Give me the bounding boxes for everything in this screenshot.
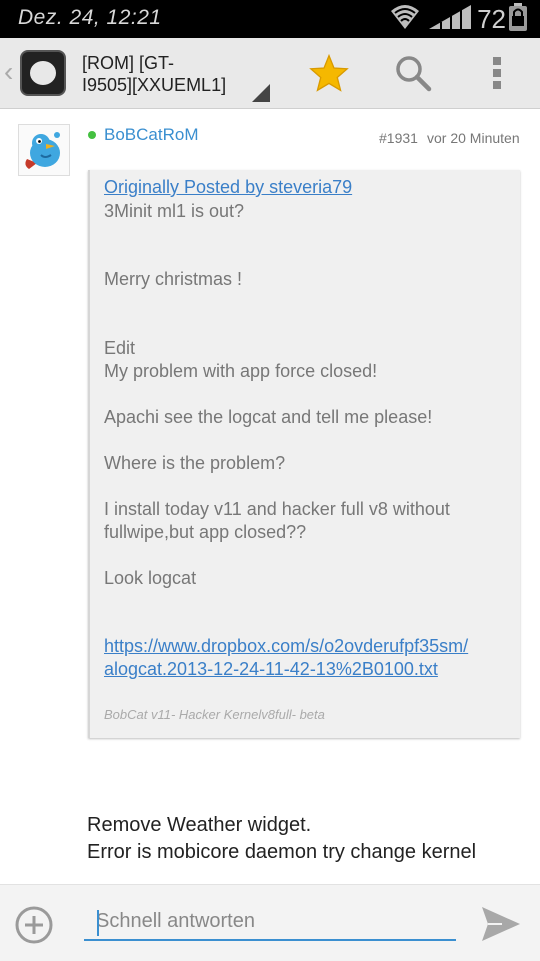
logcat-link[interactable]: https://www.dropbox.com/s/o2ovderufpf35s… (104, 636, 468, 657)
up-caret-icon[interactable]: ‹ (4, 56, 13, 88)
star-icon (309, 54, 349, 92)
quote-line: Merry christmas ! (104, 269, 243, 289)
quote-line: Where is the problem? (104, 453, 286, 473)
quote-signature: BobCat v11- Hacker Kernelv8full- beta (104, 707, 325, 722)
status-time: Dez. 24, 12:21 (18, 6, 162, 29)
signal-icon (427, 3, 473, 36)
quick-reply-input[interactable] (84, 903, 456, 941)
search-button[interactable] (390, 50, 436, 96)
post-number: #1931 (379, 130, 418, 146)
overflow-menu-button[interactable] (474, 50, 520, 96)
logcat-link-continued[interactable]: alogcat.2013-12-24-11-42-13%2B0100.txt (104, 659, 438, 680)
online-status-icon (88, 131, 96, 139)
app-icon-face (30, 61, 56, 85)
quote-line: My problem with app force closed! (104, 361, 378, 381)
status-icons: 72 (389, 2, 528, 36)
quote-author-link[interactable]: Originally Posted by steveria79 (104, 177, 352, 198)
username[interactable]: BoBCatRoM (104, 125, 198, 145)
quick-reply-bar (0, 884, 540, 961)
quote-line: 3Minit ml1 is out? (104, 201, 245, 221)
quote-line: I install today v11 and hacker full v8 w… (104, 499, 450, 519)
thread-title-line2: I9505][XXUEML1] (82, 75, 227, 95)
quote-line: Apachi see the logcat and tell me please… (104, 407, 433, 427)
send-icon (482, 907, 520, 941)
app-icon[interactable] (20, 50, 66, 96)
add-attachment-button[interactable] (14, 905, 54, 945)
post-body-line: Remove Weather widget. (87, 814, 312, 836)
post-header: BoBCatRoM #1931 vor 20 Minuten (0, 108, 540, 176)
text-cursor (97, 910, 99, 936)
quote-line: fullwipe,but app closed?? (104, 522, 307, 542)
quote-block: Originally Posted by steveria79 3Minit m… (88, 170, 520, 738)
add-circle-icon (15, 906, 53, 944)
bird-avatar-icon (25, 132, 60, 169)
wifi-icon (389, 3, 421, 36)
post-body-line: Error is mobicore daemon try change kern… (87, 841, 477, 863)
thread-title[interactable]: [ROM] [GT- I9505][XXUEML1] (82, 52, 262, 96)
quote-line: Edit (104, 338, 136, 358)
dropdown-corner-icon (252, 84, 270, 102)
battery-percent: 72 (477, 3, 506, 34)
send-button[interactable] (480, 905, 526, 945)
post-time: vor 20 Minuten (427, 130, 520, 146)
action-bar: ‹ [ROM] [GT- I9505][XXUEML1] (0, 38, 540, 109)
thread-title-line1: [ROM] [GT- (82, 53, 174, 73)
status-bar: Dez. 24, 12:21 72 (0, 0, 540, 38)
favorite-button[interactable] (306, 50, 352, 96)
quote-line: Look logcat (104, 568, 197, 588)
overflow-menu-icon (493, 57, 501, 89)
search-icon (396, 56, 432, 92)
battery-icon (508, 2, 528, 37)
avatar[interactable] (18, 124, 70, 176)
